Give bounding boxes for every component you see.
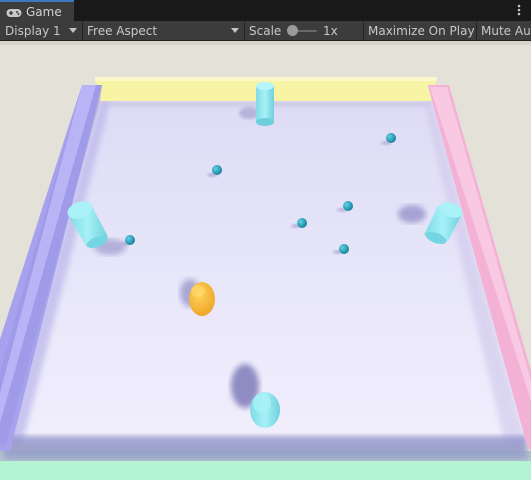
game-scene [0,41,531,480]
scale-label-text: Scale [249,23,282,38]
gamepad-icon [6,7,22,17]
mute-audio-label: Mute Audio [481,23,531,38]
player-ball [189,282,215,316]
scale-value-text: 1x [323,23,338,38]
scale-slider-handle[interactable] [287,25,298,36]
game-viewport[interactable] [0,41,531,480]
scale-value: 1x [318,21,362,40]
aspect-dropdown[interactable]: Free Aspect [82,21,244,40]
pillar-front [250,392,280,428]
front-wall [0,461,531,480]
mute-audio-toggle[interactable]: Mute Audio [476,21,531,40]
scale-label: Scale [244,21,284,40]
display-dropdown[interactable]: Display 1 [0,21,82,40]
chevron-down-icon [69,28,77,33]
pillar-back [256,82,274,126]
tab-game-label: Game [26,4,62,19]
display-dropdown-label: Display 1 [5,23,61,38]
tab-bar: Game [0,0,531,21]
maximize-on-play-label: Maximize On Play [368,23,475,38]
game-toolbar: Display 1 Free Aspect Scale 1x Maximize … [0,21,531,41]
tab-game[interactable]: Game [0,0,74,21]
aspect-dropdown-label: Free Aspect [87,23,158,38]
chevron-down-icon [231,28,239,33]
kebab-menu-icon[interactable] [513,2,525,18]
maximize-on-play-toggle[interactable]: Maximize On Play [363,21,476,40]
